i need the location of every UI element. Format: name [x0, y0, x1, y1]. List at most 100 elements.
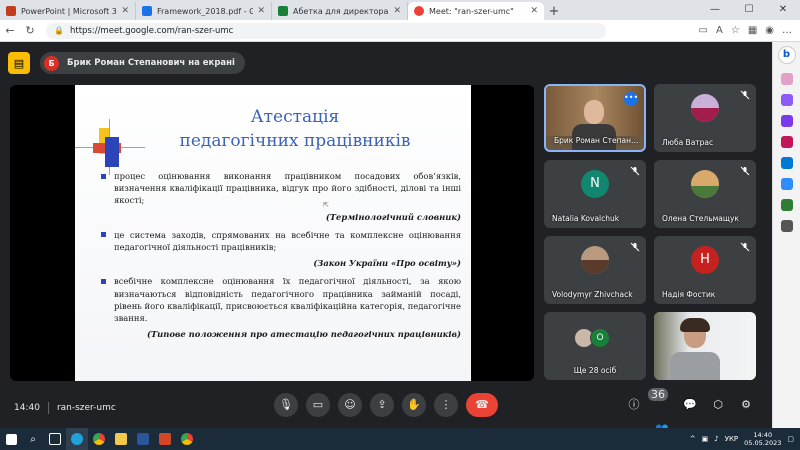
shopping-icon[interactable] — [780, 73, 793, 85]
powerpoint-icon — [6, 6, 16, 16]
activities-icon[interactable]: ⬡ — [710, 393, 726, 417]
present-screen-icon[interactable]: ▤ — [8, 52, 30, 74]
participant-name: Брик Роман Степан… — [554, 136, 639, 145]
bullet-source: (Термінологічний словник) — [325, 211, 461, 222]
participant-tile[interactable] — [654, 312, 756, 380]
host-controls-icon[interactable]: ⚙ — [738, 393, 754, 417]
leave-call-icon[interactable]: ☎ — [466, 393, 498, 417]
url-field[interactable]: 🔒 https://meet.google.com/ran-szer-umc — [46, 22, 606, 39]
add-icon[interactable] — [780, 220, 793, 232]
read-aloud-icon[interactable]: A — [716, 25, 723, 36]
lock-icon[interactable]: 🔒 — [54, 26, 64, 35]
tools-icon[interactable] — [780, 94, 793, 106]
participant-name: Надія Фостик — [662, 290, 716, 299]
slide-title-line: педагогічних працівників — [179, 131, 411, 151]
collections-icon[interactable]: ▦ — [748, 25, 757, 36]
participant-tile[interactable]: Люба Ватрас — [654, 84, 756, 152]
url-text: https://meet.google.com/ran-szer-umc — [69, 25, 234, 36]
tab-label: Абетка для директора 1a.pdf - • — [293, 6, 389, 16]
google-drive-icon — [142, 6, 152, 16]
favorite-icon[interactable]: ☆ — [731, 25, 740, 36]
tree-icon[interactable] — [780, 199, 793, 211]
avatar: Б — [44, 55, 59, 71]
avatar: Н — [691, 246, 719, 275]
present-icon[interactable]: ⇪ — [370, 393, 394, 417]
browser-tab[interactable]: PowerPoint | Microsoft 365 ✕ — [0, 2, 136, 20]
avatar — [691, 94, 719, 123]
participant-tile[interactable]: Volodymyr Zhivchack — [544, 236, 646, 304]
people-icon[interactable]: 36👥 — [648, 388, 670, 435]
close-window-icon[interactable]: ✕ — [766, 0, 800, 20]
browser-tab-strip: PowerPoint | Microsoft 365 ✕ Framework_2… — [0, 0, 800, 20]
bullet-text: процес оцінювання виконання працівником … — [114, 171, 461, 206]
participant-tile[interactable]: Н Надія Фостик — [654, 236, 756, 304]
bullet-item: всебічне комплексне оцінювання їх педаго… — [101, 275, 461, 324]
browser-tab-active[interactable]: Meet: "ran-szer-umc" ✕ — [408, 2, 544, 20]
presenter-chip: Б Брик Роман Степанович на екрані — [40, 52, 245, 74]
info-icon[interactable]: ⓘ — [626, 393, 642, 417]
slide: Атестація педагогічних працівників ⇱ про… — [75, 85, 471, 381]
outlook-icon[interactable] — [780, 157, 793, 169]
menu-icon[interactable]: … — [782, 25, 792, 36]
profile-icon[interactable]: ◉ — [765, 25, 774, 36]
participant-tile[interactable]: Олена Стельмащук — [654, 160, 756, 228]
person-body — [670, 352, 720, 380]
raise-hand-icon[interactable]: ✋ — [402, 393, 426, 417]
maximize-icon[interactable]: ☐ — [732, 0, 766, 20]
chrome-icon[interactable] — [88, 428, 110, 450]
games-icon[interactable] — [780, 115, 793, 127]
file-explorer-icon[interactable] — [110, 428, 132, 450]
tab-label: Framework_2018.pdf - Google Д — [157, 6, 254, 16]
emoji-icon[interactable]: ☺ — [338, 393, 362, 417]
clock-date: 05.05.2023 — [744, 439, 782, 447]
meeting-side-controls: ⓘ 36👥 💬 ⬡ ⚙ — [626, 388, 754, 435]
camera-icon[interactable]: ▭ — [306, 393, 330, 417]
clock[interactable]: 14:40 05.05.2023 — [744, 431, 781, 447]
edge-sidebar: b — [772, 42, 800, 428]
edge-icon[interactable] — [66, 428, 88, 450]
avatar-photo — [691, 108, 719, 123]
chat-icon[interactable]: 💬 — [682, 393, 698, 417]
network-icon[interactable]: ▣ — [702, 435, 709, 443]
bullet-text: всебічне комплексне оцінювання їх педаго… — [114, 276, 461, 324]
send-icon[interactable] — [780, 178, 793, 190]
meeting-code: ran-szer-umc — [56, 403, 116, 413]
bing-icon[interactable]: b — [777, 46, 796, 64]
more-options-icon[interactable]: ⋮ — [434, 393, 458, 417]
participant-name: Volodymyr Zhivchack — [552, 290, 633, 299]
participant-tile-speaker[interactable]: ••• Брик Роман Степан… — [544, 84, 646, 152]
search-icon[interactable]: ⌕ — [22, 428, 44, 450]
task-view-icon[interactable] — [44, 428, 66, 450]
participant-tile[interactable]: N Natalia Kovalchuk — [544, 160, 646, 228]
browser-tab[interactable]: Framework_2018.pdf - Google Д ✕ — [136, 2, 272, 20]
more-avatars: О — [574, 328, 610, 348]
camera-icon[interactable]: ▭ — [699, 25, 708, 36]
word-icon[interactable] — [132, 428, 154, 450]
divider — [47, 402, 49, 414]
notifications-icon[interactable]: ▢ — [787, 435, 794, 443]
bullet-item: процес оцінювання виконання працівником … — [101, 170, 461, 207]
chevron-up-icon[interactable]: ^ — [690, 435, 696, 443]
powerpoint-icon[interactable] — [154, 428, 176, 450]
windows-start-icon[interactable] — [0, 428, 22, 450]
chrome-icon[interactable] — [176, 428, 198, 450]
tab-label: Meet: "ran-szer-umc" — [429, 6, 514, 16]
person-head — [584, 100, 604, 124]
bullet-square-icon — [101, 173, 106, 179]
more-participants-tile[interactable]: О Ще 28 осіб — [544, 312, 646, 380]
minimize-icon[interactable]: — — [698, 0, 732, 20]
more-options-icon[interactable]: ••• — [624, 92, 638, 106]
close-icon[interactable]: ✕ — [257, 6, 265, 16]
mic-icon[interactable]: 🎙 — [274, 393, 298, 417]
back-icon[interactable]: ← — [0, 24, 20, 37]
new-tab-button[interactable]: + — [544, 2, 564, 20]
close-icon[interactable]: ✕ — [393, 6, 401, 16]
office-icon[interactable] — [780, 136, 793, 148]
volume-icon[interactable]: ♪ — [714, 435, 718, 443]
browser-tab[interactable]: Абетка для директора 1a.pdf - • ✕ — [272, 2, 408, 20]
avatar — [691, 170, 719, 199]
refresh-icon[interactable]: ↻ — [20, 24, 40, 37]
close-icon[interactable]: ✕ — [530, 6, 538, 16]
close-icon[interactable]: ✕ — [121, 6, 129, 16]
language-indicator[interactable]: УКР — [725, 435, 738, 443]
